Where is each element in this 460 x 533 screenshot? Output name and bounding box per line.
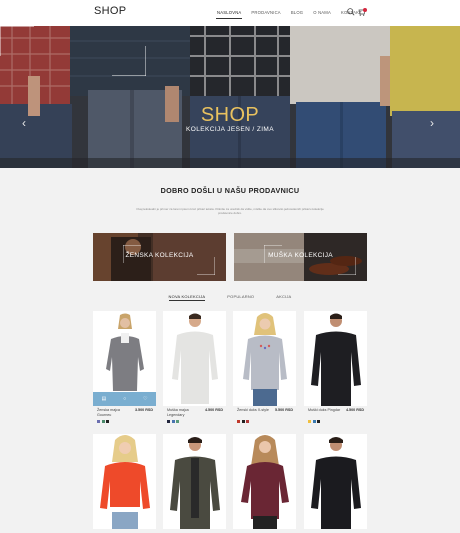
product-image[interactable] — [233, 311, 296, 406]
product-photo — [233, 434, 296, 529]
product-name[interactable]: Muška majca Legendary — [167, 408, 201, 417]
product-image[interactable] — [304, 434, 367, 529]
nav-item-blog[interactable]: BLOG — [286, 0, 308, 26]
product-name[interactable]: Ženska majca Gourneu — [97, 408, 131, 417]
color-swatch[interactable] — [246, 420, 249, 423]
product-image[interactable] — [163, 311, 226, 406]
hero-subtitle: KOLEKCIJA JESEN / ZIMA — [186, 126, 274, 133]
color-swatch[interactable] — [97, 420, 100, 423]
collection-banner-zenska[interactable]: ŽENSKA KOLEKCIJA — [93, 233, 226, 281]
product-photo — [93, 434, 156, 529]
slider-next-arrow[interactable]: › — [430, 116, 434, 130]
hero-title: SHOP — [200, 104, 260, 126]
main-nav: NASLOVNA PRODAVNICA BLOG O NAMA KONTAKT — [212, 0, 367, 26]
product-image[interactable]: ▤ ○ ♡ — [93, 311, 156, 406]
cart-icon[interactable]: ▤ — [101, 396, 106, 402]
color-swatch[interactable] — [308, 420, 311, 423]
color-swatch[interactable] — [101, 420, 105, 423]
welcome-title: DOBRO DOŠLI U NAŠU PRODAVNICU — [160, 186, 300, 195]
view-icon[interactable]: ○ — [123, 396, 126, 402]
product-name[interactable]: Ženski duks X-style — [237, 408, 271, 413]
product-image[interactable] — [163, 434, 226, 529]
product-price: 5.500 RSD — [274, 408, 293, 412]
product-name[interactable]: Muški duks Pingdar — [308, 408, 342, 413]
hero-slider: SHOP KOLEKCIJA JESEN / ZIMA ‹ › — [0, 26, 460, 168]
product-photo — [163, 311, 226, 406]
color-swatch[interactable] — [171, 420, 175, 423]
color-swatches — [308, 420, 320, 423]
nav-item-o-nama[interactable]: O NAMA — [308, 0, 336, 26]
product-photo — [304, 434, 367, 529]
product-image[interactable] — [304, 311, 367, 406]
color-swatch[interactable] — [241, 420, 245, 423]
color-swatch[interactable] — [176, 420, 179, 423]
product-price: 4.500 RSD — [345, 408, 364, 412]
search-icon[interactable] — [346, 7, 356, 17]
product-image[interactable] — [233, 434, 296, 529]
product-tabs: NOVA KOLEKCIJA POPULARNO AKCIJA — [0, 294, 460, 301]
product-photo — [163, 434, 226, 529]
color-swatches — [167, 420, 179, 423]
product-price: 4.500 RSD — [204, 408, 223, 412]
nav-item-prodavnica[interactable]: PRODAVNICA — [246, 0, 285, 26]
welcome-text: Ovaj tekstualni je primer za lorem ipsum… — [136, 207, 324, 216]
hero-frame — [0, 26, 146, 76]
color-swatch[interactable] — [312, 420, 316, 423]
color-swatch[interactable] — [237, 420, 240, 423]
heart-icon[interactable]: ♡ — [143, 396, 147, 402]
logo[interactable]: SHOP — [94, 5, 126, 17]
product-price: 3.500 RSD — [134, 408, 153, 412]
product-photo — [304, 311, 367, 406]
header: SHOP NASLOVNA PRODAVNICA BLOG O NAMA KON… — [0, 0, 460, 26]
tab-akcija[interactable]: AKCIJA — [276, 294, 291, 299]
color-swatch[interactable] — [167, 420, 170, 423]
tab-nova-kolekcija[interactable]: NOVA KOLEKCIJA — [168, 294, 206, 301]
collection-frame — [264, 245, 356, 275]
product-photo — [233, 311, 296, 406]
product-actions: ▤ ○ ♡ — [93, 392, 156, 406]
collection-label: ŽENSKA KOLEKCIJA — [125, 252, 194, 259]
collection-frame — [123, 245, 215, 275]
slider-prev-arrow[interactable]: ‹ — [22, 116, 26, 130]
page: SHOP NASLOVNA PRODAVNICA BLOG O NAMA KON… — [0, 0, 460, 533]
cart-badge — [363, 8, 367, 12]
collection-label: MUŠKA KOLEKCIJA — [268, 252, 333, 259]
product-image[interactable] — [93, 434, 156, 529]
color-swatch[interactable] — [106, 420, 109, 423]
collection-banner-muska[interactable]: MUŠKA KOLEKCIJA — [234, 233, 367, 281]
color-swatch[interactable] — [317, 420, 320, 423]
color-swatches — [97, 420, 109, 423]
color-swatches — [237, 420, 249, 423]
tab-popularno[interactable]: POPULARNO — [227, 294, 254, 299]
nav-item-naslovna[interactable]: NASLOVNA — [212, 0, 246, 26]
